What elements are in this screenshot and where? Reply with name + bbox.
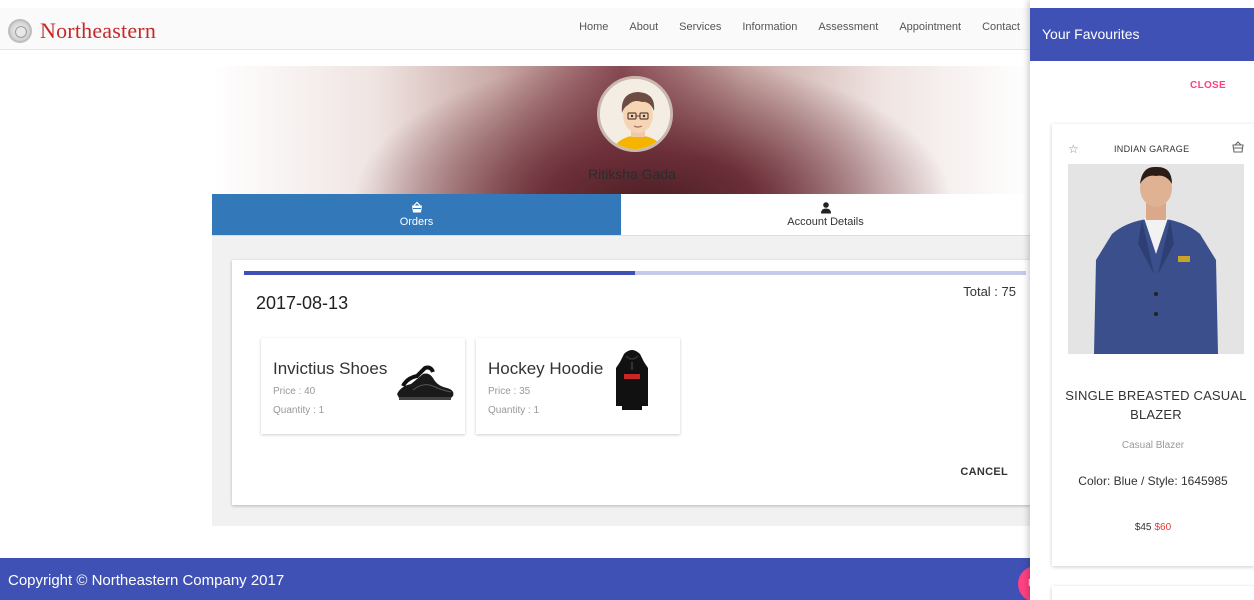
favourite-sale-price: $45 [1134,522,1152,533]
basket-icon [411,201,422,213]
star-icon[interactable]: ☆ [1068,142,1079,156]
order-item[interactable]: Invictius Shoes Price : 40 Quantity : 1 [261,338,465,434]
tab-account-details[interactable]: Account Details [621,194,1030,235]
order-item[interactable]: Hockey Hoodie Price : 35 Quantity : 1 [476,338,680,434]
favourite-color-style: Color: Blue / Style: 1645985 [1078,474,1228,488]
profile-tabs: Orders Account Details [212,194,1030,236]
item-quantity: Quantity : 1 [273,405,325,416]
close-drawer-button[interactable]: CLOSE [1190,80,1226,91]
person-icon [820,202,831,214]
hoodie-image [616,350,648,410]
item-price: Price : 35 [488,386,531,397]
main-nav: Home About Services Information Assessme… [558,21,1020,33]
logo-text: Northeastern [40,18,157,43]
tab-orders[interactable]: Orders [212,194,621,235]
favourite-card[interactable] [1052,586,1254,600]
order-total: Total : 75 [963,284,1016,299]
nav-services[interactable]: Services [679,21,721,33]
nav-assessment[interactable]: Assessment [818,21,878,33]
favourite-price: $45 $60 [1052,522,1254,533]
order-progress-bar [244,271,1026,275]
order-date: 2017-08-13 [256,293,349,313]
nav-appointment[interactable]: Appointment [899,21,961,33]
order-card: 2017-08-13 Total : 75 Invictius Shoes Pr… [232,260,1030,505]
nav-about[interactable]: About [629,21,658,33]
item-price: Price : 40 [273,386,316,397]
profile-username: Ritiksha Gada [588,166,676,182]
favourite-brand: INDIAN GARAGE [1114,144,1190,154]
top-navbar: Northeastern Home About Services Informa… [0,8,1030,50]
shoes-image [397,365,454,400]
item-quantity: Quantity : 1 [488,405,540,416]
tab-orders-label: Orders [399,216,434,228]
favourites-drawer: Your Favourites CLOSE ☆ INDIAN GARAGE SI… [1030,0,1254,600]
avatar-illustration-icon [600,79,670,149]
favourite-card[interactable]: ☆ INDIAN GARAGE SINGLE BREASTED CASUAL B… [1052,124,1254,566]
favourite-name: SINGLE BREASTED CASUAL BLAZER [1065,388,1247,422]
tab-account-details-label: Account Details [787,216,864,228]
footer-copyright: Copyright © Northeastern Company 2017 [8,572,285,589]
basket-icon[interactable] [1232,141,1244,153]
nav-home[interactable]: Home [579,21,608,33]
favourite-category: Casual Blazer [1121,440,1185,451]
logo[interactable]: Northeastern [8,18,156,44]
item-name: Hockey Hoodie [488,359,604,378]
profile-banner: Ritiksha Gada [212,66,1030,194]
item-name: Invictius Shoes [273,359,388,378]
drawer-title: Your Favourites [1042,26,1140,42]
favourite-original-price: $60 [1154,522,1172,533]
drawer-header: Your Favourites [1030,8,1254,61]
university-seal-icon [8,19,32,43]
footer: Copyright © Northeastern Company 2017 [0,558,1030,600]
nav-contact[interactable]: Contact [982,21,1020,33]
favourite-product-image [1068,164,1244,354]
order-progress-fill [244,271,635,275]
nav-information[interactable]: Information [742,21,797,33]
blazer-image [1068,164,1244,354]
cancel-order-button[interactable]: CANCEL [960,466,1008,478]
avatar [597,76,673,152]
